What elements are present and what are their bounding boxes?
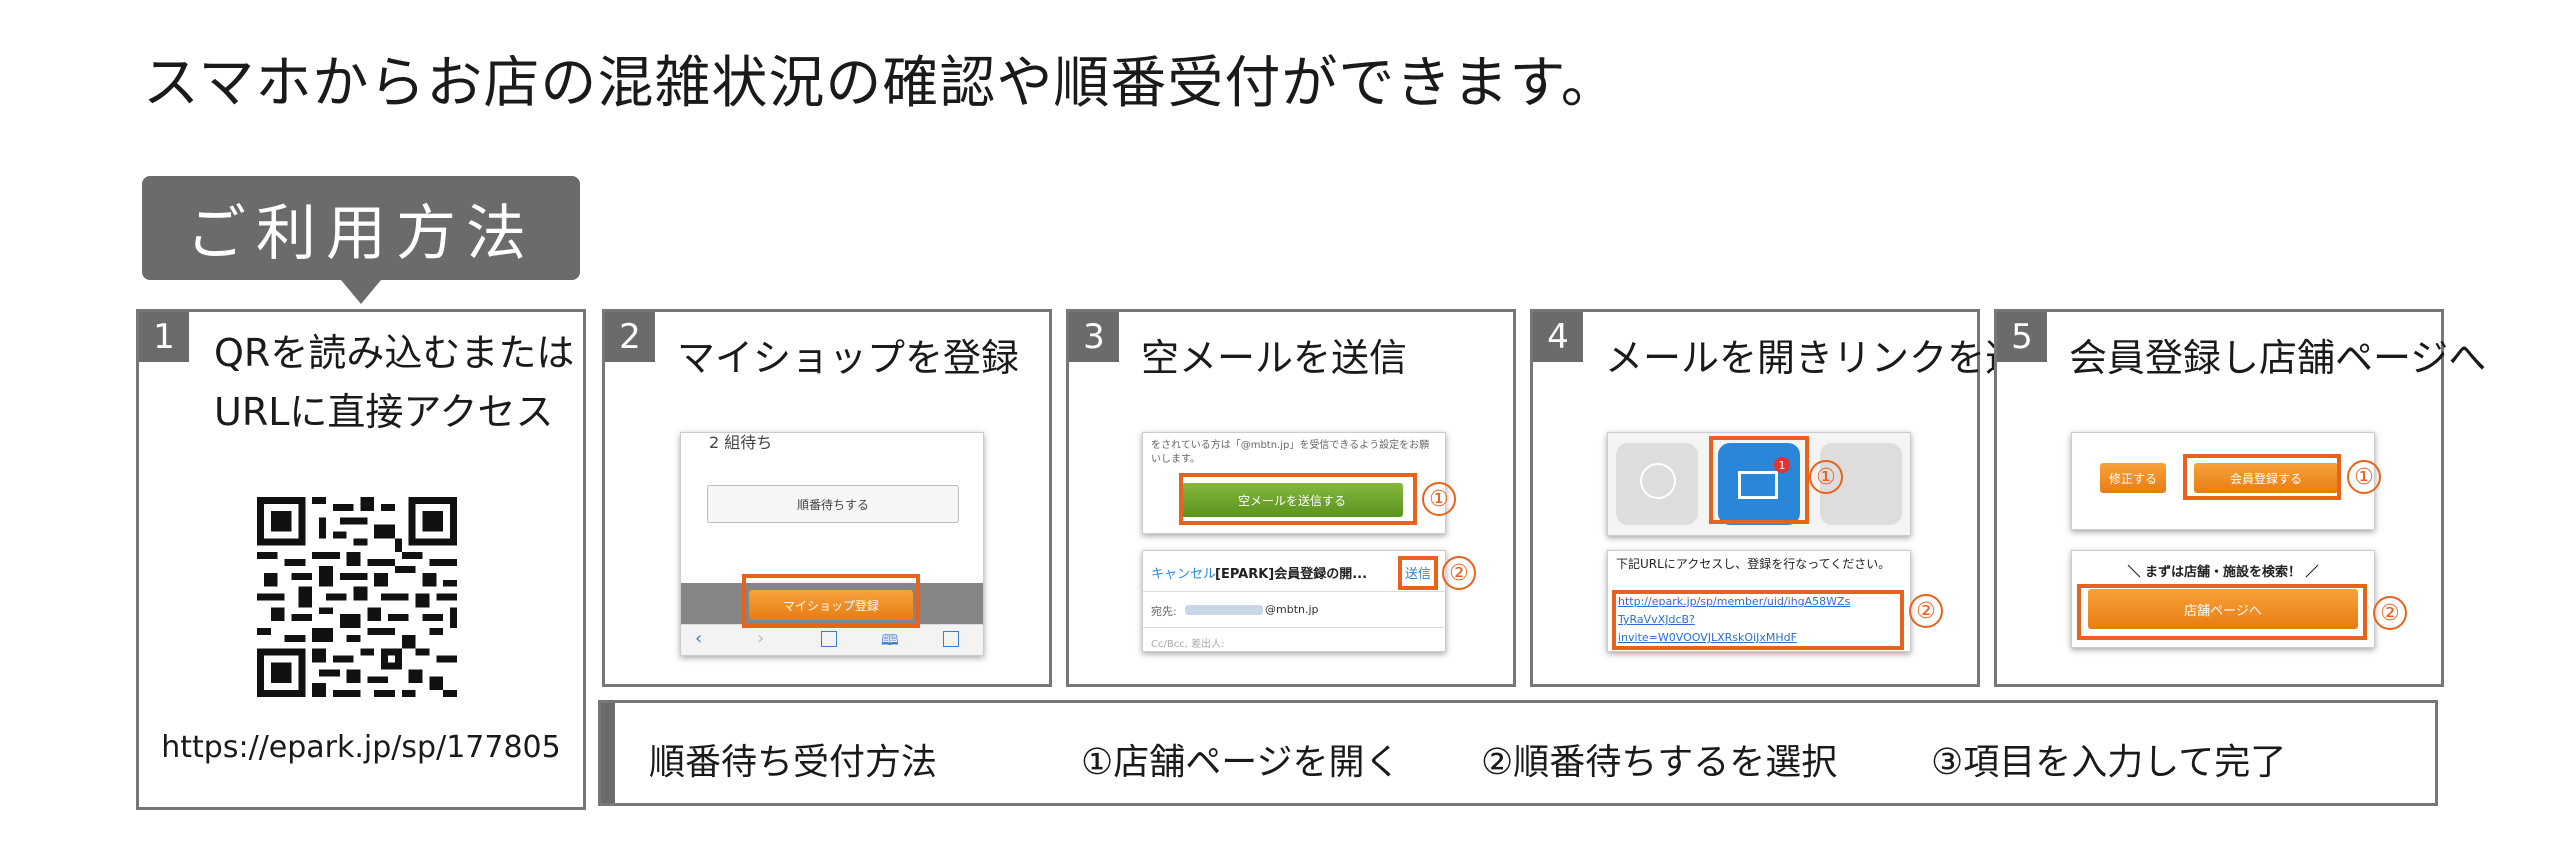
highlight-box-2 bbox=[1612, 590, 1904, 650]
step-title: メールを開きリンクを選択 bbox=[1605, 336, 2062, 380]
queue-method-bar: 順番待ち受付方法 ①店舗ページを開く ②順番待ちするを選択 ③項目を入力して完了 bbox=[598, 700, 2438, 806]
step-title: 会員登録し店舗ページへ bbox=[2069, 336, 2487, 380]
blurred-address bbox=[1185, 605, 1263, 615]
step-2-panel: 2 マイショップを登録 2 組待ち 順番待ちする マイショップ登録 ‹ › 🕮 bbox=[602, 309, 1052, 687]
step-title-line1: QRを読み込むまたは bbox=[214, 331, 575, 375]
marker-two: ② bbox=[1442, 556, 1476, 590]
marker-one: ① bbox=[1422, 482, 1456, 516]
to-label: 宛先: bbox=[1151, 605, 1177, 618]
step-title: 空メールを送信 bbox=[1141, 336, 1408, 380]
step-title-line2: URLに直接アクセス bbox=[214, 389, 554, 434]
usage-label: ご利用方法 bbox=[186, 198, 536, 269]
to-domain: @mbtn.jp bbox=[1265, 603, 1319, 616]
highlight-box-1 bbox=[1179, 473, 1417, 525]
highlight-box-1 bbox=[2183, 454, 2341, 500]
queue-step-1: ①店舗ページを開く bbox=[1081, 742, 1401, 783]
highlight-box-2 bbox=[1398, 556, 1438, 590]
step-number: 3 bbox=[1069, 312, 1119, 362]
highlight-box bbox=[742, 574, 920, 628]
step-title: マイショップを登録 bbox=[677, 336, 1020, 380]
edit-button[interactable]: 修正する bbox=[2100, 463, 2166, 493]
cancel-link[interactable]: キャンセル bbox=[1151, 563, 1216, 582]
back-arrow-icon[interactable]: ‹ bbox=[695, 628, 702, 649]
step-number: 2 bbox=[605, 312, 655, 362]
qr-code-icon[interactable] bbox=[257, 497, 457, 697]
cc-label: Cc/Bcc, 差出人: bbox=[1151, 639, 1225, 650]
search-heading: ＼ まずは店舗・施設を検索！ ／ bbox=[2127, 565, 2319, 580]
marker-two: ② bbox=[1909, 594, 1943, 628]
globe-icon[interactable] bbox=[1640, 463, 1676, 499]
step-1-url[interactable]: https://epark.jp/sp/177805 bbox=[139, 730, 583, 765]
step-number: 1 bbox=[139, 312, 189, 362]
marker-two: ② bbox=[2373, 596, 2407, 630]
marker-one: ① bbox=[2347, 460, 2381, 494]
mail-subject: [EPARK]会員登録の開... bbox=[1215, 567, 1368, 582]
forward-arrow-icon[interactable]: › bbox=[757, 628, 764, 649]
bookmarks-icon[interactable]: 🕮 bbox=[881, 630, 899, 655]
step-number: 4 bbox=[1533, 312, 1583, 362]
queue-title: 順番待ち受付方法 bbox=[649, 742, 938, 783]
step-5-panel: 5 会員登録し店舗ページへ 修正する 会員登録する ① ＼ まずは店舗・施設を検… bbox=[1994, 309, 2486, 687]
tabs-icon[interactable] bbox=[943, 631, 959, 647]
share-icon[interactable] bbox=[821, 631, 837, 647]
marker-one: ① bbox=[1809, 460, 1843, 494]
step-3-panel: 3 空メールを送信 をされている方は「@mbtn.jp」を受信できるよう設定をお… bbox=[1066, 309, 1516, 687]
highlight-box-1 bbox=[1709, 436, 1809, 524]
queue-step-3: ③項目を入力して完了 bbox=[1931, 742, 2287, 783]
step-4-panel: 4 メールを開きリンクを選択 1 ① 下記URLにアクセスし、登録を行なってくだ… bbox=[1530, 309, 2061, 687]
wait-button[interactable]: 順番待ちする bbox=[707, 485, 959, 523]
queue-step-2: ②順番待ちするを選択 bbox=[1481, 742, 1838, 783]
wait-count: 2 組待ち bbox=[709, 433, 773, 452]
step-1-panel: 1 QRを読み込むまたは URLに直接アクセス https://epark.jp… bbox=[136, 309, 586, 810]
mail-notice: をされている方は「@mbtn.jp」を受信できるよう設定をお願いします。 bbox=[1151, 440, 1430, 465]
usage-tab: ご利用方法 bbox=[142, 176, 580, 304]
mail-body: 下記URLにアクセスし、登録を行なってください。 bbox=[1616, 557, 1891, 571]
headline: スマホからお店の混雑状況の確認や順番受付ができます。 bbox=[143, 51, 1618, 116]
browser-toolbar: ‹ › 🕮 bbox=[681, 624, 983, 655]
step-title: QRを読み込むまたは URLに直接アクセス bbox=[214, 324, 574, 442]
step-number: 5 bbox=[1997, 312, 2047, 362]
highlight-box-2 bbox=[2077, 584, 2367, 640]
